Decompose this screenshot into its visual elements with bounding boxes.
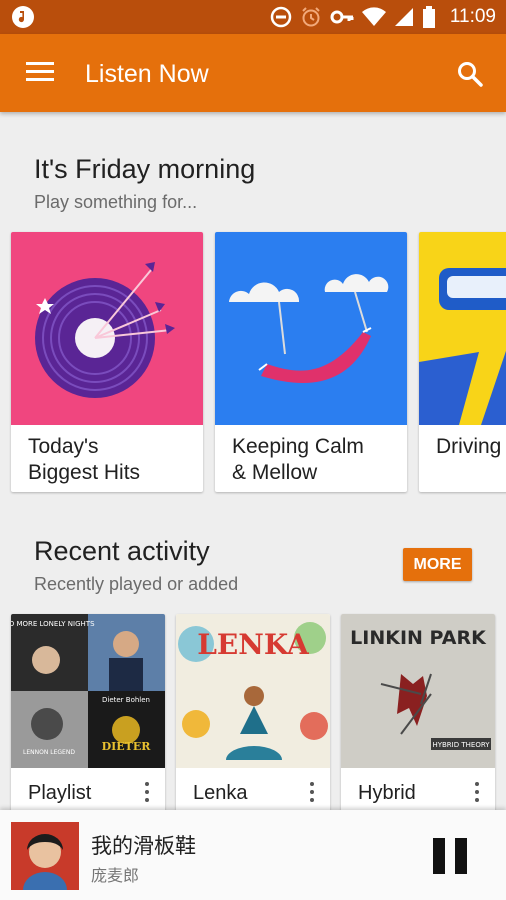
signal-icon — [394, 8, 413, 26]
app-bar: Listen Now — [0, 34, 506, 112]
recent-item-label: Playlist — [28, 782, 92, 804]
status-bar: 11:09 — [0, 0, 506, 34]
dnd-icon — [270, 6, 292, 28]
svg-text:Dieter Bohlen: Dieter Bohlen — [102, 696, 150, 704]
friday-section-title: It's Friday morning — [34, 154, 256, 184]
alarm-icon — [302, 7, 320, 27]
more-options-icon[interactable] — [142, 782, 152, 806]
lenka-album-art: LENKA — [176, 614, 330, 768]
more-options-icon[interactable] — [307, 782, 317, 806]
recent-item-playlist[interactable]: NO MORE LONELY NIGHTS Dieter Bohlen LENN… — [11, 614, 165, 834]
playlist-card-biggest-hits[interactable]: Today's Biggest Hits — [11, 232, 203, 492]
svg-text:LENKA: LENKA — [197, 628, 310, 661]
more-options-icon[interactable] — [472, 782, 482, 806]
recent-item-label: Lenka — [193, 782, 248, 804]
playlist-card-calm-mellow[interactable]: Keeping Calm & Mellow — [215, 232, 407, 492]
car-art — [419, 232, 506, 425]
recent-item-label: Hybrid — [358, 782, 416, 804]
card-label: Today's Biggest Hits — [28, 435, 141, 484]
now-playing-artist: 庞麦郎 — [91, 866, 140, 885]
status-time: 11:09 — [449, 6, 496, 27]
svg-text:DIETER: DIETER — [102, 740, 152, 753]
svg-text:NO MORE LONELY NIGHTS: NO MORE LONELY NIGHTS — [11, 620, 95, 628]
recent-item-lenka[interactable]: LENKA Lenka — [176, 614, 330, 834]
hamburger-menu-icon[interactable] — [26, 62, 54, 84]
now-playing-bar[interactable]: 我的滑板鞋 庞麦郎 — [0, 810, 506, 900]
playlist-collage-art: NO MORE LONELY NIGHTS Dieter Bohlen LENN… — [11, 614, 165, 768]
vpn-key-icon — [330, 10, 354, 24]
target-record-art — [11, 232, 203, 425]
hybrid-theory-album-art: LINKIN PARK HYBRID THEORY — [341, 614, 495, 768]
card-label: Driving — [436, 435, 502, 458]
card-label: Keeping Calm & Mellow — [232, 435, 364, 484]
pause-icon[interactable] — [427, 834, 473, 878]
wifi-icon — [361, 7, 386, 27]
svg-text:LINKIN PARK: LINKIN PARK — [350, 627, 487, 649]
battery-icon — [422, 6, 435, 28]
recent-section-subtitle: Recently played or added — [34, 574, 239, 594]
playlist-card-driving[interactable]: Driving — [419, 232, 506, 492]
page-title: Listen Now — [85, 60, 209, 88]
hammock-clouds-art — [215, 232, 407, 425]
recent-section-title: Recent activity — [34, 536, 210, 566]
music-note-icon — [12, 6, 34, 28]
svg-text:LENNON LEGEND: LENNON LEGEND — [23, 749, 75, 756]
recent-item-hybrid[interactable]: LINKIN PARK HYBRID THEORY Hybrid — [341, 614, 495, 834]
search-icon[interactable] — [456, 60, 484, 88]
now-playing-song: 我的滑板鞋 — [91, 834, 196, 858]
friday-section-subtitle: Play something for... — [34, 192, 198, 212]
svg-text:HYBRID THEORY: HYBRID THEORY — [432, 741, 490, 749]
more-button[interactable]: MORE — [403, 548, 472, 581]
now-playing-album-art — [11, 822, 79, 890]
